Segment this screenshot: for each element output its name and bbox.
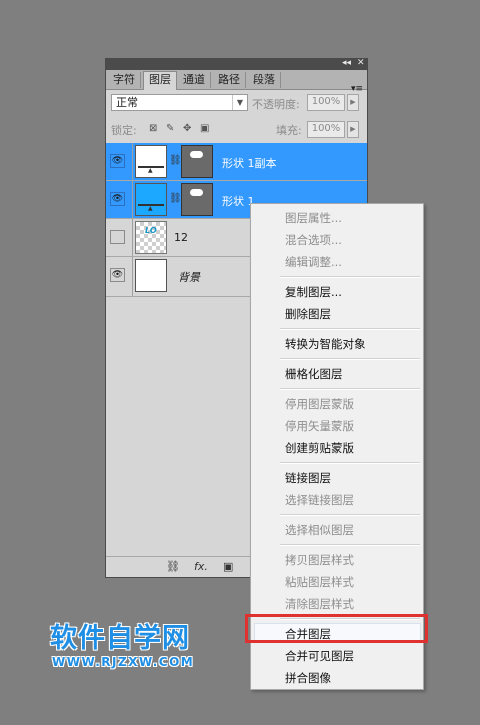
close-icon[interactable]: ✕ xyxy=(357,58,365,69)
blend-mode-select[interactable]: 正常 ▼ xyxy=(111,94,248,111)
opacity-arrow-icon[interactable]: ▶ xyxy=(347,94,359,111)
menu-item-link-layers[interactable]: 链接图层 xyxy=(285,471,331,485)
blend-mode-value: 正常 xyxy=(116,96,138,109)
visibility-eye-icon[interactable]: 👁 xyxy=(110,154,125,168)
tab-character[interactable]: 字符 xyxy=(108,72,141,88)
menu-item-blending-options[interactable]: 混合选项... xyxy=(285,233,342,247)
menu-item-paste-layer-style[interactable]: 粘贴图层样式 xyxy=(285,575,354,589)
new-layer-icon[interactable]: ▣ xyxy=(223,560,233,573)
tab-channels[interactable]: 通道 xyxy=(178,72,211,88)
menu-item-disable-layer-mask[interactable]: 停用图层蒙版 xyxy=(285,397,354,411)
lock-move-icon[interactable]: ✥ xyxy=(183,123,191,134)
collapse-icon[interactable]: ◂◂ xyxy=(342,58,351,69)
layer-thumbnail xyxy=(135,259,167,292)
mask-link-icon[interactable]: ⛓ xyxy=(169,193,182,204)
fill-input[interactable]: 100% xyxy=(307,121,345,138)
lock-label: 锁定: xyxy=(111,124,137,137)
menu-item-delete-layer[interactable]: 删除图层 xyxy=(285,307,331,321)
layer-thumbnail: LO xyxy=(135,221,167,254)
visibility-box[interactable] xyxy=(110,230,125,244)
menu-item-create-clipping-mask[interactable]: 创建剪贴蒙版 xyxy=(285,441,354,455)
panel-titlebar: ◂◂ ✕ xyxy=(106,58,367,70)
watermark-logo: 软件自学网 WWW.RJZXW.COM xyxy=(50,623,195,670)
link-icon[interactable]: ⛓ xyxy=(166,560,180,573)
chevron-down-icon: ▼ xyxy=(232,95,247,110)
layer-row[interactable]: 👁 ▲ ⛓ 形状 1副本 xyxy=(106,143,367,181)
panel-tabs: 字符 图层 通道 路径 段落 ▾≡ xyxy=(106,70,367,94)
opacity-input[interactable]: 100% xyxy=(307,94,345,111)
menu-item-edit-adjustment[interactable]: 编辑调整... xyxy=(285,255,342,269)
vector-mask-thumbnail xyxy=(181,145,213,178)
menu-item-rasterize-layer[interactable]: 栅格化图层 xyxy=(285,367,343,381)
lock-brush-icon[interactable]: ✎ xyxy=(166,123,174,134)
opacity-label: 不透明度: xyxy=(252,98,300,111)
watermark-title: 软件自学网 xyxy=(50,623,190,654)
menu-item-disable-vector-mask[interactable]: 停用矢量蒙版 xyxy=(285,419,354,433)
layer-thumbnail: ▲ xyxy=(135,145,167,178)
layer-name: 12 xyxy=(174,231,188,244)
layer-name: 形状 1副本 xyxy=(222,157,277,170)
menu-item-merge-visible[interactable]: 合并可见图层 xyxy=(285,649,354,663)
tab-paragraph[interactable]: 段落 xyxy=(248,72,281,88)
vector-mask-thumbnail xyxy=(181,183,213,216)
annotation-highlight-box xyxy=(245,614,428,643)
menu-item-duplicate-layer[interactable]: 复制图层... xyxy=(285,285,342,299)
menu-item-flatten-image[interactable]: 拼合图像 xyxy=(285,671,331,685)
lock-transparent-icon[interactable]: ⊠ xyxy=(149,123,157,134)
visibility-eye-icon[interactable]: 👁 xyxy=(110,268,125,282)
lock-all-icon[interactable]: ▣ xyxy=(200,123,209,134)
menu-item-select-linked-layers[interactable]: 选择链接图层 xyxy=(285,493,354,507)
menu-item-layer-properties[interactable]: 图层属性... xyxy=(285,211,342,225)
fx-icon[interactable]: fx. xyxy=(194,560,208,573)
layer-thumbnail: ▲ xyxy=(135,183,167,216)
tab-paths[interactable]: 路径 xyxy=(213,72,246,88)
panel-menu-icon[interactable]: ▾≡ xyxy=(351,84,363,94)
menu-item-select-similar-layers[interactable]: 选择相似图层 xyxy=(285,523,354,537)
visibility-eye-icon[interactable]: 👁 xyxy=(110,192,125,206)
watermark-url: WWW.RJZXW.COM xyxy=(52,655,195,669)
layer-name: 背景 xyxy=(178,271,200,284)
menu-item-copy-layer-style[interactable]: 拷贝图层样式 xyxy=(285,553,354,567)
tab-layers[interactable]: 图层 xyxy=(143,71,177,90)
fill-arrow-icon[interactable]: ▶ xyxy=(347,121,359,138)
mask-link-icon[interactable]: ⛓ xyxy=(169,155,182,166)
menu-item-clear-layer-style[interactable]: 清除图层样式 xyxy=(285,597,354,611)
menu-item-convert-smart-object[interactable]: 转换为智能对象 xyxy=(285,337,366,351)
fill-label: 填充: xyxy=(276,124,302,137)
